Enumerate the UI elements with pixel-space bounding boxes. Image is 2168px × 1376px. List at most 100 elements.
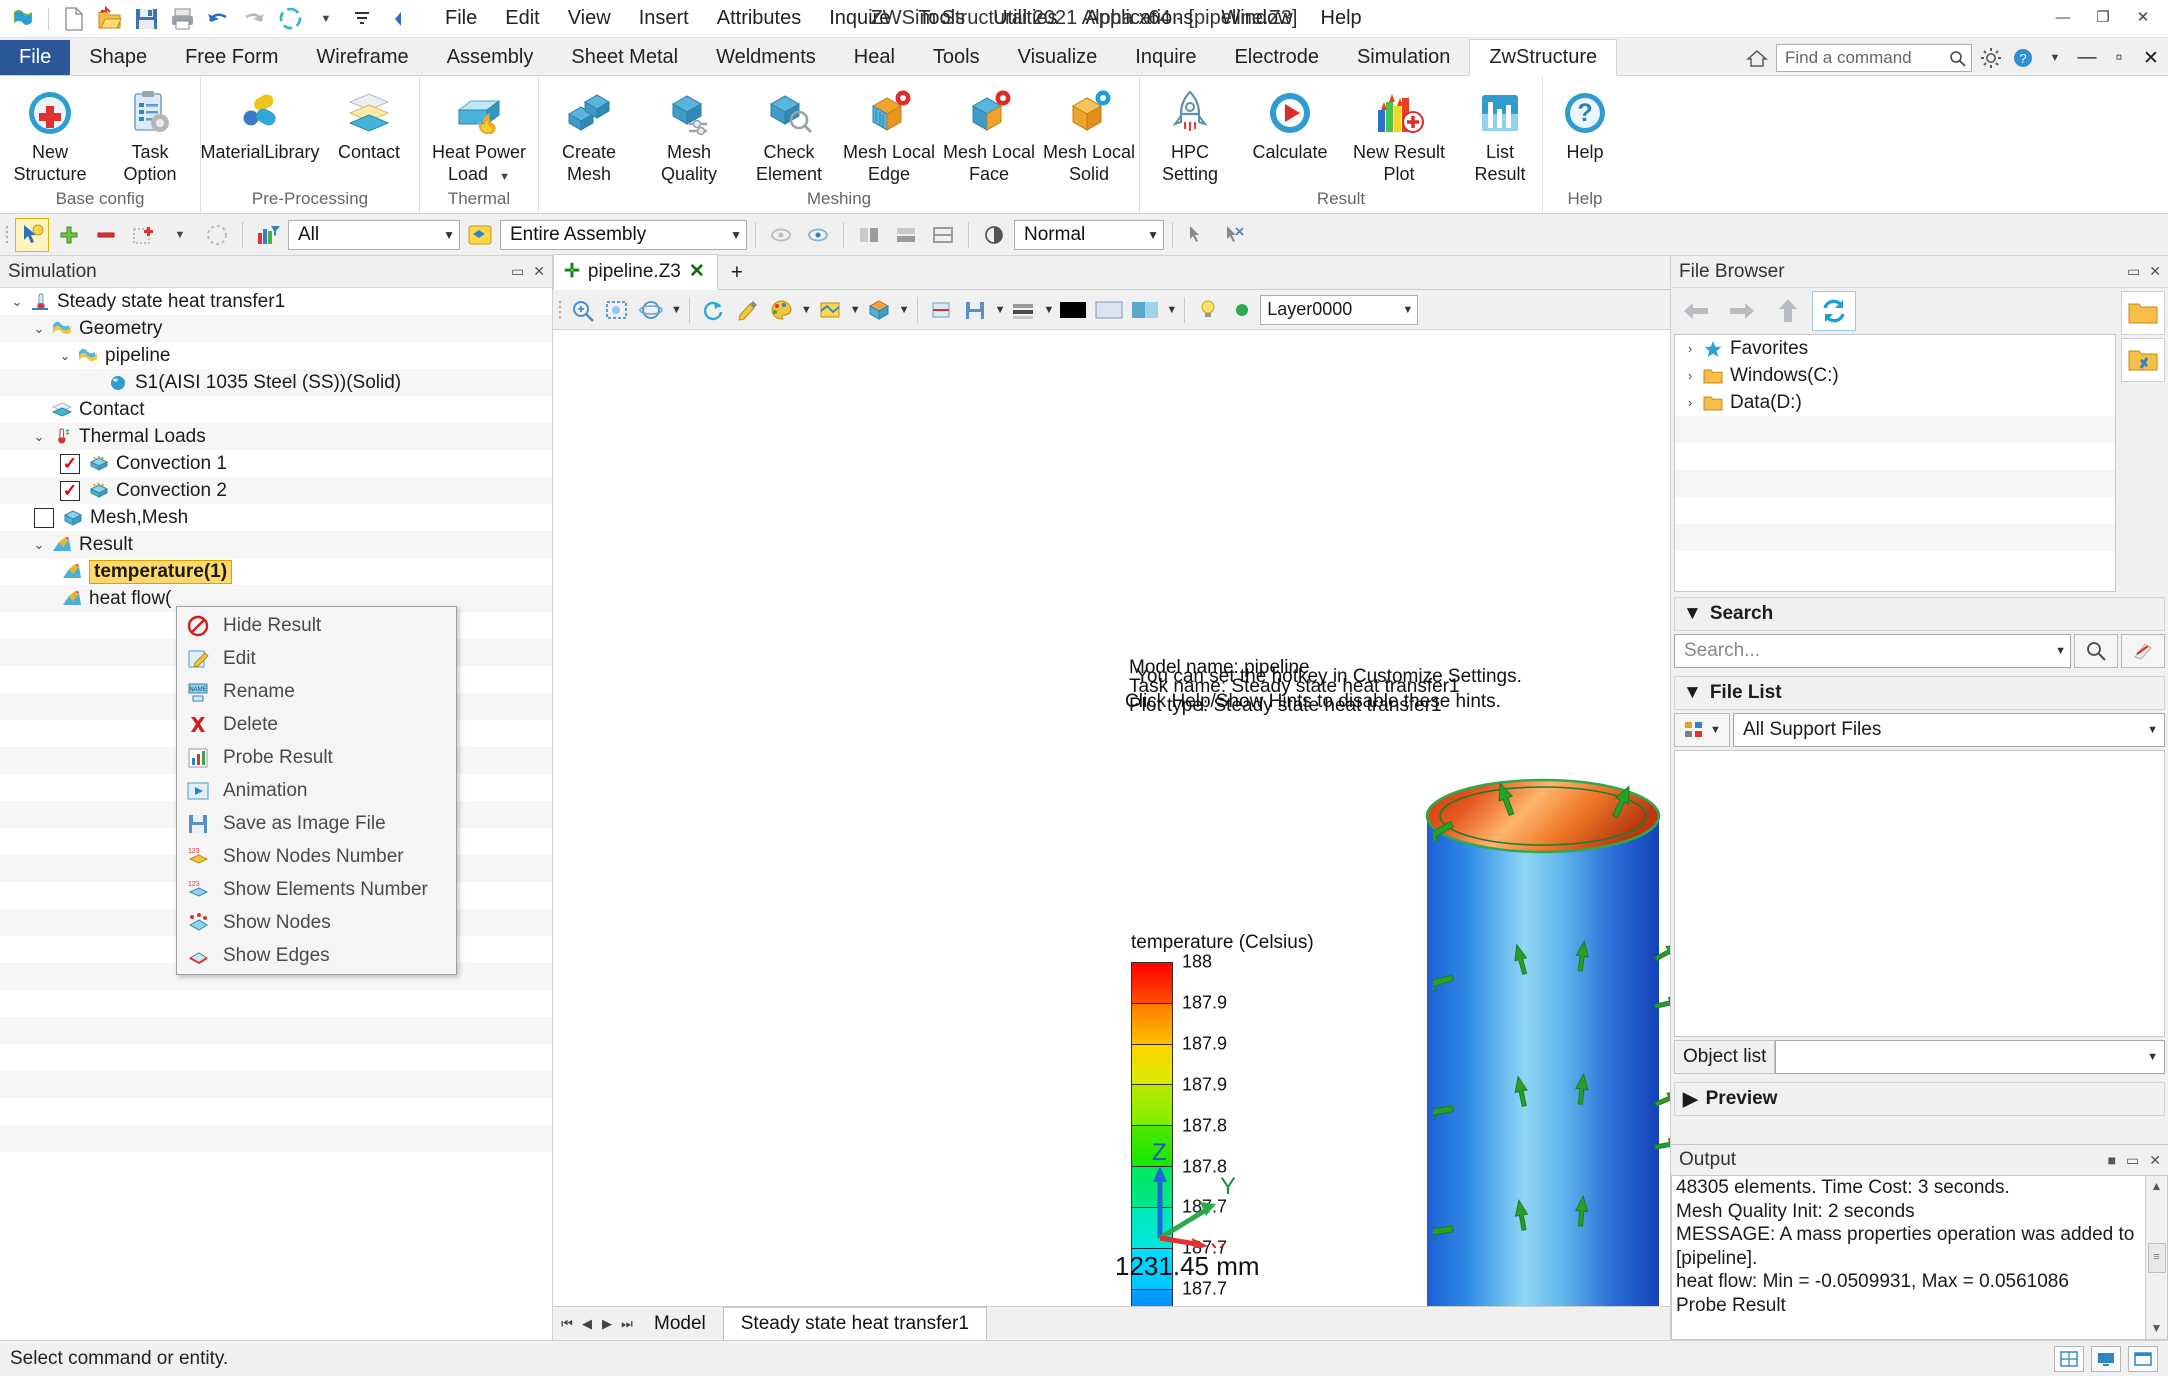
visibility-on-icon[interactable] [801,218,835,252]
twisty-icon[interactable]: ⌄ [28,537,50,553]
nav-next-icon[interactable]: ▶ [597,1316,617,1332]
tab-electrode[interactable]: Electrode [1215,40,1338,75]
tab-tools[interactable]: Tools [914,40,999,75]
ctx-save-as-image[interactable]: Save as Image File [177,807,456,840]
calculate-button[interactable]: Calculate [1240,82,1340,162]
close-icon[interactable]: ✕ [533,263,545,280]
paint-icon[interactable] [731,294,763,326]
output-scrollbar[interactable]: ▲ ≡ ▼ [2145,1176,2167,1339]
material-library-button[interactable]: MaterialLibrary [200,82,320,162]
tree-row-temperature[interactable]: temperature(1) [0,558,552,585]
restore-icon[interactable]: ▭ [511,263,524,280]
tab-free-form[interactable]: Free Form [166,40,297,75]
grid-icon[interactable] [2054,1345,2084,1372]
entity-filter-caret-icon[interactable]: ▼ [433,228,455,242]
nav-prev-icon[interactable]: ◀ [577,1316,597,1332]
help-caret-icon[interactable]: ▼ [2042,45,2068,71]
mesh-local-edge-button[interactable]: Mesh Local Edge [839,82,939,185]
twisty-icon[interactable]: › [1679,395,1701,410]
folder-link-icon[interactable] [2121,338,2165,382]
refresh-icon[interactable] [1812,291,1856,331]
ctx-edit[interactable]: Edit [177,642,456,675]
assembly-scope-icon[interactable] [463,218,497,252]
preview-section-header[interactable]: ▶ Preview [1674,1082,2165,1116]
save-view-caret-icon[interactable]: ▼ [993,304,1006,316]
convection-2-checkbox[interactable]: ✓ [60,480,80,501]
open-folder-icon[interactable] [93,4,127,34]
home-icon[interactable] [1744,45,1770,71]
fb-row-favorites[interactable]: › Favorites [1675,335,2115,362]
view-toolbar-grip[interactable] [557,297,565,323]
heat-power-load-button[interactable]: Heat Power Load ▼ [420,82,538,185]
menu-view[interactable]: View [554,3,625,34]
tab-file[interactable]: File [0,40,71,75]
tab-assembly[interactable]: Assembly [428,40,553,75]
window-icon[interactable] [2128,1345,2158,1372]
layers-stack-icon[interactable] [1007,294,1039,326]
zoom-all-icon[interactable] [601,294,633,326]
tree-row-geometry[interactable]: ⌄ Geometry [0,315,552,342]
zw-logo-icon[interactable] [6,4,40,34]
fb-row-windows-c[interactable]: › Windows(C:) [1675,362,2115,389]
tree-row-convection-2[interactable]: ✓ Convection 2 [0,477,552,504]
menu-attributes[interactable]: Attributes [703,3,815,34]
layer-color-icon[interactable] [1226,294,1258,326]
ribbon-restore-icon[interactable]: ▫ [2106,45,2132,71]
twisty-icon[interactable]: ⌄ [6,294,28,310]
contact-button[interactable]: Contact [319,82,419,162]
color-palette-caret-icon[interactable]: ▼ [799,304,812,316]
search-caret-icon[interactable]: ▼ [2053,645,2066,657]
object-list-combo[interactable]: ▼ [1775,1040,2165,1074]
display-mode-combo[interactable]: Normal ▼ [1014,219,1164,250]
help-button[interactable]: ? Help [1543,82,1627,162]
task-option-button[interactable]: Task Option [100,82,200,185]
clear-search-button[interactable] [2121,634,2165,668]
file-type-button[interactable]: ▼ [1674,713,1730,747]
ribbon-close-icon[interactable]: ✕ [2138,45,2164,71]
qat-collapse-icon[interactable] [381,4,415,34]
add-icon[interactable] [52,218,86,252]
twisty-icon[interactable]: ⌄ [54,348,76,364]
section-icon[interactable] [925,294,957,326]
twisty-icon[interactable]: ⌄ [28,321,50,337]
assembly-scope-caret-icon[interactable]: ▼ [720,228,742,242]
tab-wireframe[interactable]: Wireframe [297,40,427,75]
tab-shape[interactable]: Shape [70,40,166,75]
assembly-scope-combo[interactable]: Entire Assembly ▼ [500,219,747,250]
color-blend-caret-icon[interactable]: ▼ [1164,304,1177,316]
tree-row-thermal-loads[interactable]: ⌄ Thermal Loads [0,423,552,450]
toolbar-grip[interactable] [4,222,12,248]
mesh-checkbox[interactable] [34,507,54,528]
remove-icon[interactable] [89,218,123,252]
ctx-probe-result[interactable]: Probe Result [177,741,456,774]
doc-tab-pipeline[interactable]: ✛ pipeline.Z3 ✕ [553,254,718,290]
layer-caret-icon[interactable]: ▼ [1400,304,1413,316]
file-list-box[interactable] [1674,750,2165,1037]
color-palette-icon[interactable] [765,294,797,326]
save-icon[interactable] [129,4,163,34]
pin-icon[interactable] [1181,218,1215,252]
display-mode-caret-icon[interactable]: ▼ [1137,228,1159,242]
add-dashed-icon[interactable] [126,218,160,252]
command-search-input[interactable]: Find a command [1776,44,1972,72]
tree-row-result[interactable]: ⌄ Result [0,531,552,558]
refresh-view-icon[interactable] [697,294,729,326]
color-filter-icon[interactable] [251,218,285,252]
convection-1-checkbox[interactable]: ✓ [60,453,80,474]
search-input[interactable]: Search... ▼ [1674,634,2071,668]
regen-icon[interactable] [273,4,307,34]
layer-c-icon[interactable] [926,218,960,252]
tab-sheet-metal[interactable]: Sheet Metal [552,40,697,75]
tree-row-steady-state[interactable]: ⌄ Steady state heat transfer1 [0,288,552,315]
twisty-icon[interactable]: › [1679,341,1701,356]
tree-row-pipeline[interactable]: ⌄ pipeline [0,342,552,369]
circle-dashed-icon[interactable] [200,218,234,252]
layer-b-icon[interactable] [889,218,923,252]
ctx-show-elements-number[interactable]: 123 Show Elements Number [177,873,456,906]
list-result-button[interactable]: List Result [1458,82,1542,185]
help-question-icon[interactable]: ? [2010,45,2036,71]
orbit-icon[interactable] [635,294,667,326]
visibility-off-icon[interactable] [764,218,798,252]
output-log[interactable]: 48305 elements. Time Cost: 3 seconds. Me… [1671,1175,2168,1340]
create-mesh-button[interactable]: Create Mesh [539,82,639,185]
